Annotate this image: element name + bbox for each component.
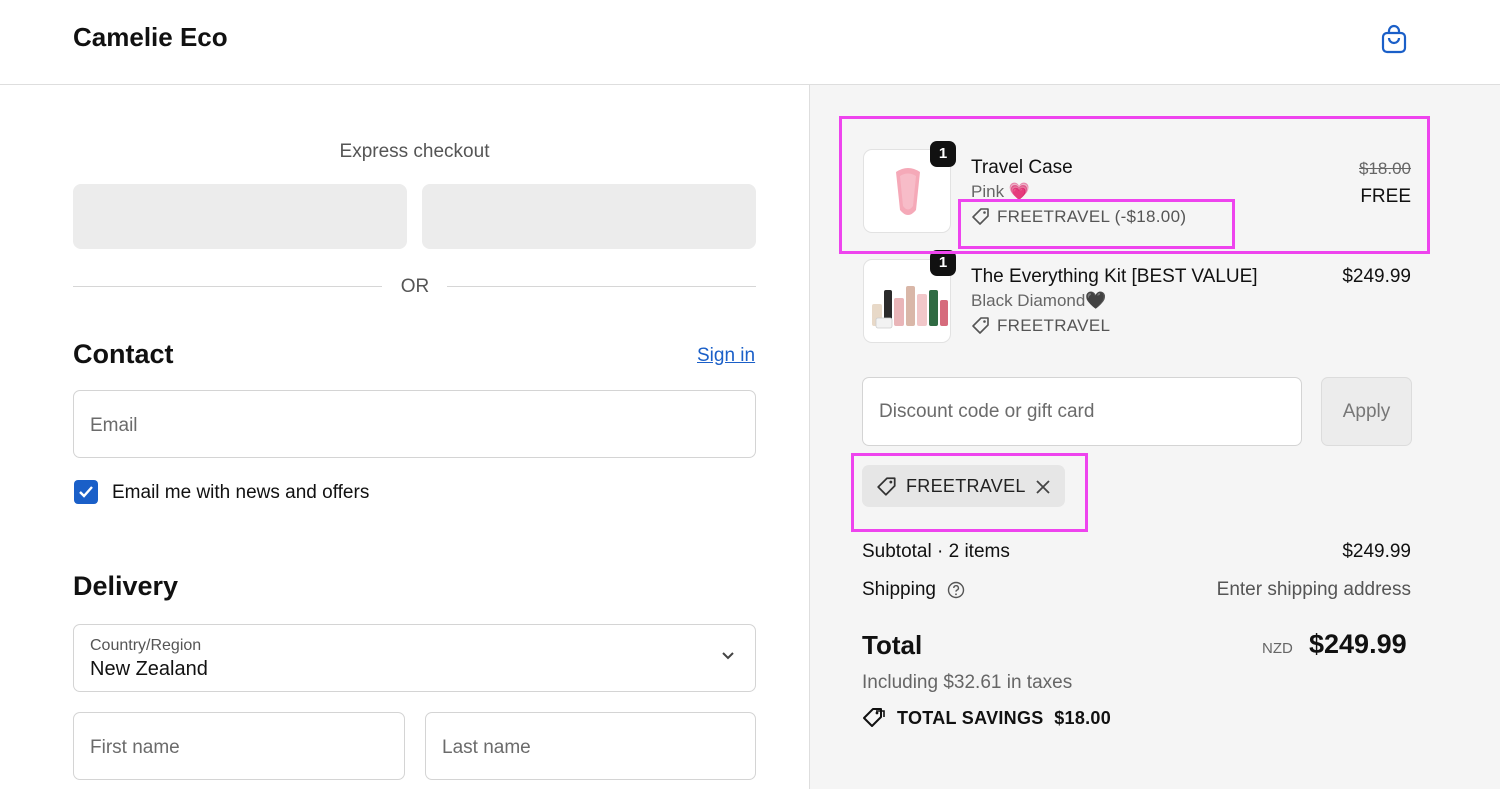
- item-discount-code: FREETRAVEL: [997, 316, 1111, 335]
- divider-left: [73, 286, 382, 287]
- highlight-box-discount-line: [958, 199, 1235, 249]
- item-name: The Everything Kit [BEST VALUE]: [971, 266, 1258, 287]
- express-pay-button-1[interactable]: [73, 184, 407, 249]
- total-savings: TOTAL SAVINGS $18.00: [897, 708, 1111, 729]
- discount-placeholder: Discount code or gift card: [879, 401, 1095, 422]
- chevron-down-icon: [722, 652, 734, 660]
- email-placeholder: Email: [90, 415, 138, 436]
- subtotal-label: Subtotal · 2 items: [862, 541, 1010, 562]
- shipping-label: Shipping: [862, 579, 936, 600]
- tag-icon: [972, 317, 989, 334]
- country-value: New Zealand: [90, 658, 208, 680]
- item-price: $249.99: [1342, 266, 1411, 287]
- help-icon[interactable]: [947, 581, 965, 599]
- sign-in-link[interactable]: Sign in: [697, 345, 755, 367]
- taxes-note: Including $32.61 in taxes: [862, 672, 1073, 693]
- divider-right: [447, 286, 756, 287]
- first-name-placeholder: First name: [90, 737, 180, 758]
- site-header: Camelie Eco: [0, 0, 1500, 85]
- currency-code: NZD: [1262, 640, 1293, 657]
- country-select[interactable]: Country/Region New Zealand: [73, 624, 756, 692]
- total-value: $249.99: [1309, 629, 1407, 659]
- shopping-bag-icon[interactable]: [1380, 24, 1408, 54]
- or-divider-text: OR: [400, 276, 430, 297]
- savings-tag-icon: [863, 708, 885, 727]
- newsletter-label: Email me with news and offers: [112, 482, 370, 503]
- total-savings-label: TOTAL SAVINGS: [897, 708, 1044, 728]
- email-field[interactable]: Email: [73, 390, 756, 458]
- checkmark-icon: [79, 486, 93, 498]
- brand-logo[interactable]: Camelie Eco: [73, 22, 228, 53]
- newsletter-checkbox[interactable]: [74, 480, 98, 504]
- subtotal-value: $249.99: [1342, 541, 1411, 562]
- last-name-field[interactable]: Last name: [425, 712, 756, 780]
- first-name-field[interactable]: First name: [73, 712, 405, 780]
- checkout-form: Express checkout OR Contact Sign in Emai…: [0, 85, 809, 789]
- last-name-placeholder: Last name: [442, 737, 531, 758]
- shipping-value: Enter shipping address: [1216, 579, 1411, 600]
- country-label: Country/Region: [90, 637, 202, 654]
- item-variant: Black Diamond🖤: [971, 291, 1107, 310]
- express-pay-button-2[interactable]: [422, 184, 756, 249]
- apply-discount-button[interactable]: Apply: [1321, 377, 1412, 446]
- total-label: Total: [862, 630, 923, 660]
- contact-heading: Contact: [73, 339, 174, 369]
- order-summary: 1 Travel Case Pink 💗 FREETRAVEL (-$18.00…: [809, 85, 1500, 789]
- total-savings-value: $18.00: [1054, 708, 1112, 728]
- delivery-heading: Delivery: [73, 571, 179, 601]
- express-checkout-title: Express checkout: [339, 141, 490, 162]
- discount-code-input[interactable]: Discount code or gift card: [862, 377, 1302, 446]
- highlight-box-applied-code: [851, 453, 1088, 532]
